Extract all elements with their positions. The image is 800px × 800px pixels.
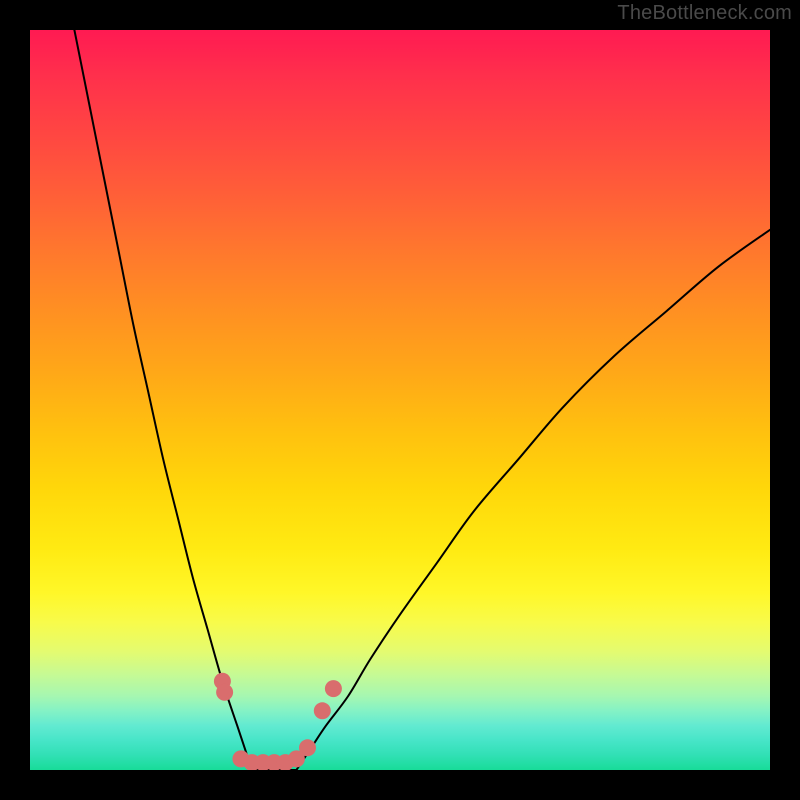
chart-frame: TheBottleneck.com [0, 0, 800, 800]
marker-right-up-b [314, 702, 331, 719]
plot-area [30, 30, 770, 770]
curve-layer [30, 30, 770, 770]
marker-left-pair-lower [216, 684, 233, 701]
marker-right-up-a [299, 739, 316, 756]
curve-left-curve [74, 30, 252, 770]
curve-right-curve [296, 230, 770, 770]
marker-right-up-c [325, 680, 342, 697]
watermark-text: TheBottleneck.com [617, 2, 792, 25]
